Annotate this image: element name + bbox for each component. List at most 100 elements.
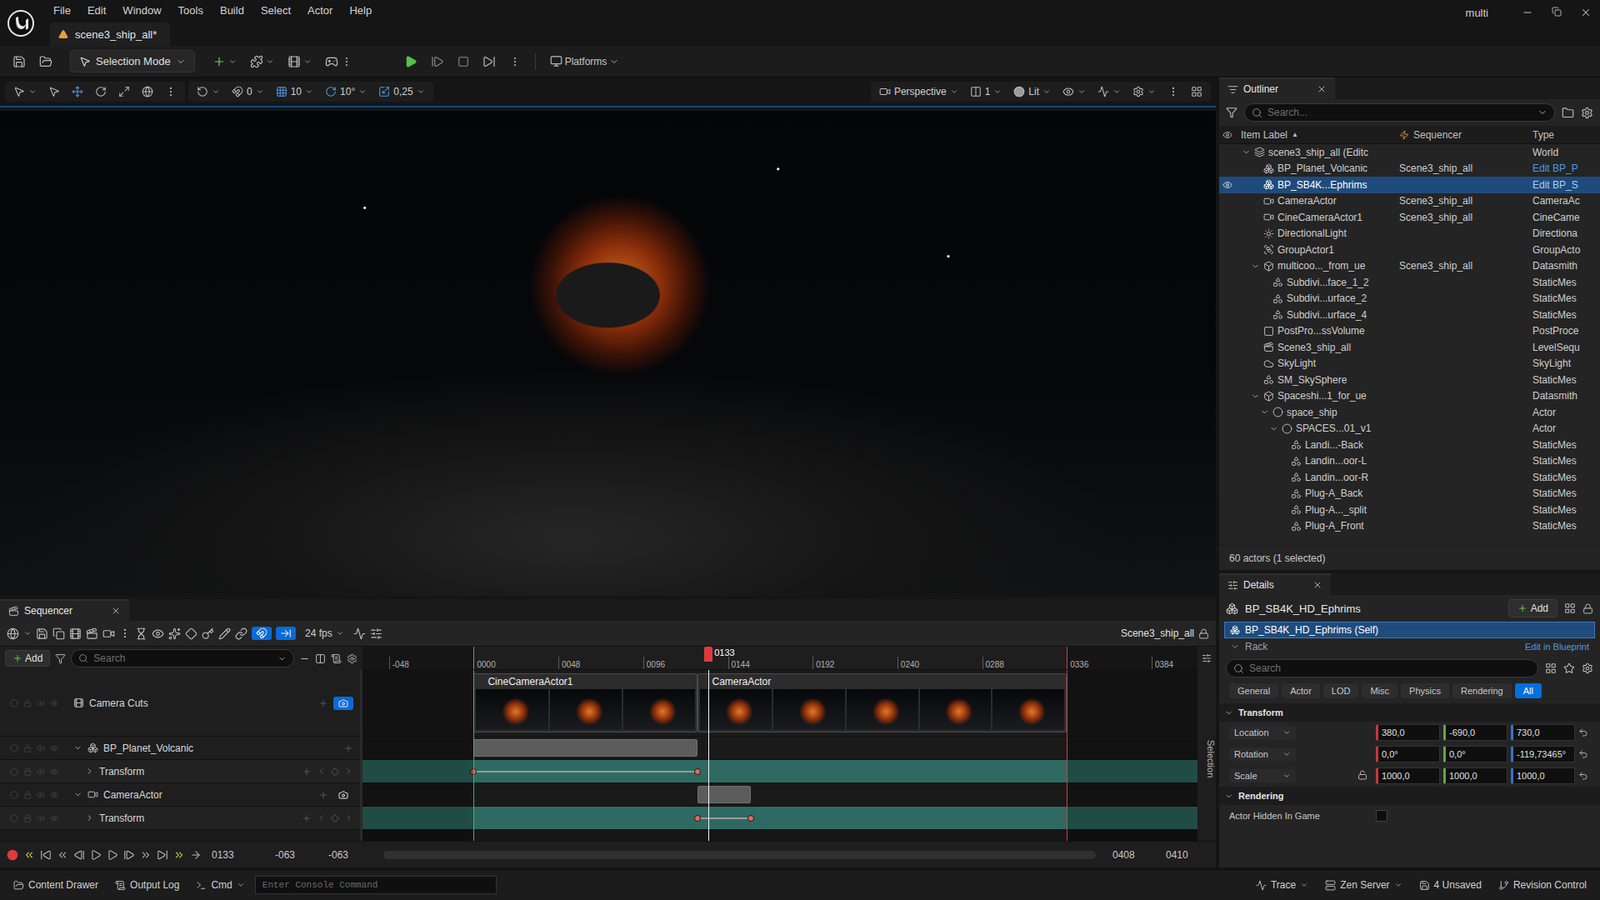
- lock-icon[interactable]: [23, 744, 32, 753]
- status-button[interactable]: Revision Control: [1491, 876, 1594, 894]
- jump-end-range-icon[interactable]: [173, 849, 185, 861]
- number-field[interactable]: -119,73465°: [1510, 745, 1575, 763]
- eject-button[interactable]: [478, 51, 500, 72]
- play-icon[interactable]: [106, 849, 119, 861]
- playback-icon[interactable]: [135, 627, 148, 640]
- search-field[interactable]: Search: [70, 649, 295, 668]
- property-mode-dropdown[interactable]: Scale: [1229, 769, 1296, 783]
- reset-icon[interactable]: [1578, 749, 1589, 760]
- lock-icon[interactable]: [23, 814, 32, 823]
- filter-tab[interactable]: Misc: [1361, 683, 1398, 699]
- number-field[interactable]: 730,0: [1510, 724, 1575, 741]
- expander[interactable]: [1268, 424, 1279, 434]
- component-row[interactable]: RackEdit in Blueprint: [1224, 638, 1595, 655]
- snap-dropdown[interactable]: 0: [226, 83, 270, 100]
- cinematics-button[interactable]: [283, 51, 316, 72]
- close-tab-button[interactable]: [1316, 84, 1327, 95]
- scale-tool[interactable]: [113, 83, 135, 100]
- number-field[interactable]: 0,0°: [1443, 745, 1508, 763]
- time-field[interactable]: -063: [323, 846, 372, 864]
- curve-editor-icon[interactable]: [353, 627, 366, 640]
- add-icon[interactable]: [301, 813, 312, 824]
- loop-icon[interactable]: [190, 849, 202, 861]
- close-icon[interactable]: [1312, 580, 1323, 590]
- property-matrix-icon[interactable]: [1545, 662, 1557, 675]
- status-button[interactable]: Cmd: [189, 876, 251, 894]
- blueprint-button[interactable]: [245, 51, 279, 72]
- minimize-icon[interactable]: [1521, 6, 1534, 19]
- expander[interactable]: [1250, 391, 1260, 401]
- selection-toggle-icon[interactable]: [1201, 653, 1212, 664]
- record-icon[interactable]: [6, 849, 19, 861]
- expander[interactable]: [1259, 407, 1270, 417]
- close-tab-button[interactable]: [1312, 580, 1323, 590]
- edit-icon[interactable]: [218, 627, 231, 640]
- search-field[interactable]: Search...: [1244, 103, 1555, 122]
- property-label[interactable]: Location: [1229, 725, 1355, 740]
- time-field[interactable]: -063: [270, 846, 319, 864]
- menu-item[interactable]: Tools: [170, 2, 212, 19]
- track-header[interactable]: BP_Planet_Volcanic: [0, 736, 360, 760]
- reset-icon[interactable]: [1578, 727, 1589, 738]
- maximize-viewport[interactable]: [1185, 83, 1208, 100]
- section-header[interactable]: Rendering: [1219, 786, 1600, 805]
- step-forward-icon[interactable]: [123, 849, 135, 861]
- status-button[interactable]: Output Log: [108, 876, 186, 894]
- status-button[interactable]: Trace: [1249, 876, 1315, 894]
- filter-tab[interactable]: General: [1229, 683, 1279, 699]
- menu-item[interactable]: File: [45, 2, 80, 19]
- close-icon[interactable]: [110, 605, 121, 616]
- snap-dropdown[interactable]: 10°: [320, 83, 372, 100]
- select-tool[interactable]: [43, 83, 65, 100]
- jump-start-icon[interactable]: [40, 849, 52, 861]
- status-button[interactable]: 4 Unsaved: [1412, 876, 1489, 894]
- menu-item[interactable]: Edit: [79, 2, 115, 19]
- number-field[interactable]: 1000,0: [1375, 767, 1440, 785]
- settings-dropdown[interactable]: [1127, 83, 1161, 100]
- visibility-icon[interactable]: [50, 744, 59, 753]
- more-icon[interactable]: [509, 55, 521, 68]
- solo-icon[interactable]: [10, 699, 19, 708]
- ratio-lock[interactable]: [1357, 770, 1373, 783]
- keyframe[interactable]: [470, 768, 477, 775]
- save-button[interactable]: [8, 51, 30, 72]
- lock-icon[interactable]: [1582, 603, 1594, 615]
- status-button[interactable]: Zen Server: [1318, 876, 1409, 894]
- previous-key-icon[interactable]: [316, 766, 326, 776]
- playhead-handle[interactable]: 0133: [704, 646, 713, 662]
- time-field[interactable]: 0133: [206, 846, 265, 864]
- solo-icon[interactable]: [10, 767, 19, 776]
- previous-key-icon[interactable]: [316, 813, 326, 823]
- search-field[interactable]: Search: [1225, 659, 1539, 678]
- filter-tab[interactable]: LOD: [1323, 683, 1360, 699]
- track-header[interactable]: Transform: [0, 806, 360, 830]
- world-icon[interactable]: [6, 627, 20, 640]
- key-icon[interactable]: [185, 627, 198, 640]
- visibility-icon[interactable]: [50, 699, 59, 708]
- number-field[interactable]: -690,0: [1443, 724, 1508, 741]
- add-icon[interactable]: [318, 790, 329, 800]
- lock-icon[interactable]: [23, 767, 32, 776]
- component-row[interactable]: BP_SB4K_HD_Ephrims (Self): [1224, 621, 1595, 639]
- menu-item[interactable]: Window: [114, 2, 170, 19]
- next-key-icon[interactable]: [140, 849, 152, 861]
- property-mode-dropdown[interactable]: Rotation: [1229, 747, 1296, 761]
- menu-item[interactable]: Build: [211, 2, 253, 19]
- rotation-snap-mode[interactable]: [191, 83, 225, 100]
- columns-icon[interactable]: [315, 653, 326, 665]
- property-label[interactable]: Scale: [1229, 769, 1355, 783]
- component-view-icon[interactable]: [1564, 602, 1576, 615]
- filter-tab[interactable]: All: [1515, 683, 1542, 699]
- snap-dropdown[interactable]: 0,25: [373, 83, 430, 100]
- lock-icon[interactable]: [23, 790, 32, 800]
- keyframe[interactable]: [747, 815, 755, 822]
- ratio-lock-icon[interactable]: [1357, 770, 1368, 780]
- menu-item[interactable]: Help: [340, 2, 380, 19]
- number-field[interactable]: 1000,0: [1443, 767, 1508, 785]
- time-ruler[interactable]: -048000000480096014401920240028803360384…: [362, 646, 1198, 670]
- more-tools[interactable]: [160, 83, 182, 100]
- visibility-icon[interactable]: [50, 814, 59, 823]
- favorites-icon[interactable]: [1563, 662, 1575, 675]
- filter-tab[interactable]: Physics: [1400, 683, 1450, 699]
- more-icon[interactable]: [119, 627, 131, 640]
